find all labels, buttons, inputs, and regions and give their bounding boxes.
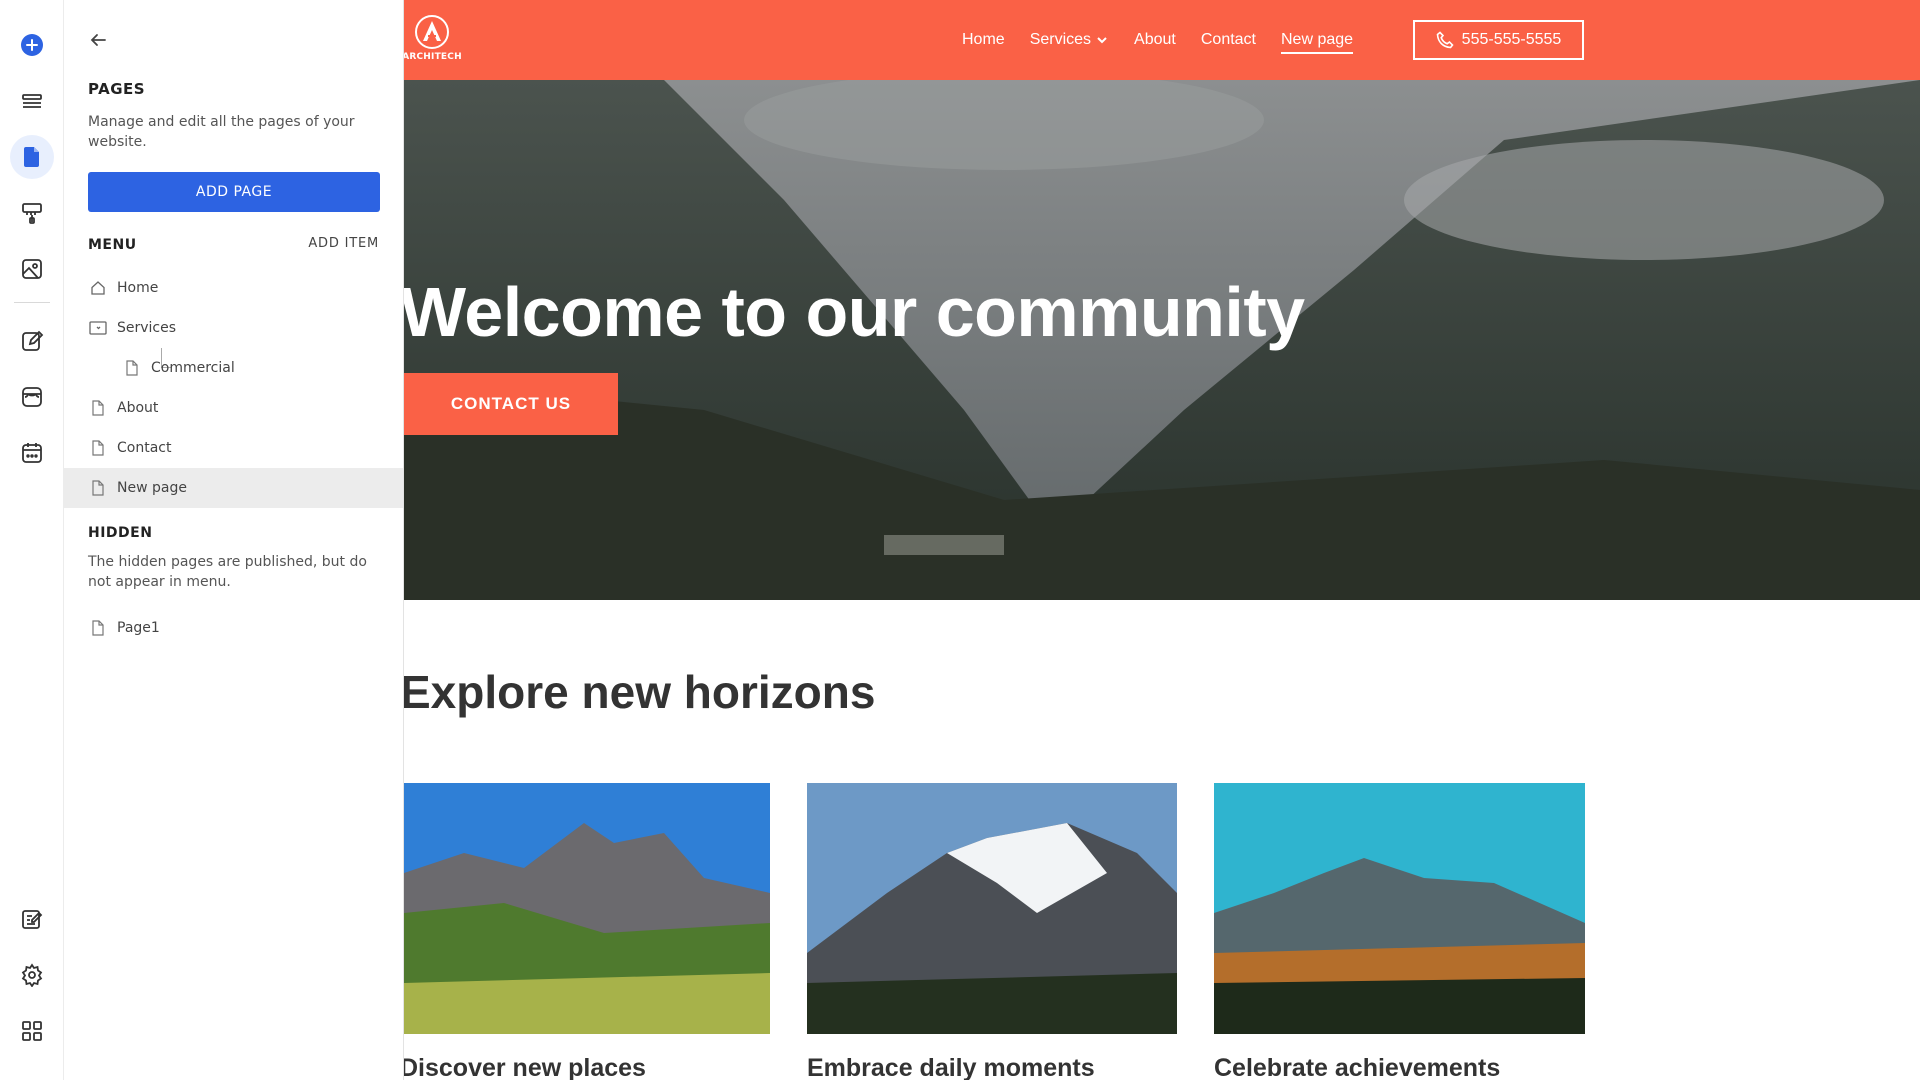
- add-icon[interactable]: [10, 23, 54, 67]
- menu-item-label: About: [117, 400, 159, 416]
- nav-new-page[interactable]: New page: [1281, 28, 1354, 54]
- folder-icon: [89, 319, 107, 337]
- panel-description: Manage and edit all the pages of your we…: [88, 114, 355, 150]
- menu-item-label: Page1: [117, 620, 160, 636]
- dashboard-icon[interactable]: [10, 1009, 54, 1053]
- hidden-description: The hidden pages are published, but do n…: [88, 554, 367, 590]
- layers-icon[interactable]: [10, 79, 54, 123]
- rail-divider: [14, 302, 50, 303]
- paint-roller-icon[interactable]: [10, 191, 54, 235]
- hidden-item-page1[interactable]: Page1: [64, 608, 403, 648]
- page-icon: [89, 479, 107, 497]
- hero-title: Welcome to our community: [404, 273, 1305, 351]
- calendar-icon[interactable]: [10, 431, 54, 475]
- card-image-3[interactable]: [1214, 783, 1585, 1034]
- menu-item-commercial[interactable]: Commercial: [64, 348, 403, 388]
- nav-contact[interactable]: Contact: [1201, 28, 1256, 52]
- section-title: Explore new horizons: [404, 666, 876, 718]
- card-title-3[interactable]: Celebrate achievements: [1214, 1054, 1500, 1080]
- logo-icon: [415, 15, 449, 49]
- menu-item-label: Services: [117, 320, 177, 336]
- menu-item-label: New page: [117, 480, 187, 496]
- add-item-button[interactable]: ADD ITEM: [308, 236, 379, 251]
- menu-item-label: Commercial: [151, 360, 235, 376]
- page-icon: [89, 399, 107, 417]
- edit-icon[interactable]: [10, 319, 54, 363]
- store-icon[interactable]: [10, 375, 54, 419]
- card-title-1[interactable]: Discover new places: [404, 1054, 646, 1080]
- phone-number: 555-555-5555: [1461, 31, 1562, 48]
- icon-rail: [0, 0, 64, 1080]
- site-header: ARCHITECH Home Services About Contact Ne…: [404, 0, 1920, 80]
- nav-services[interactable]: Services: [1030, 28, 1109, 52]
- menu-item-home[interactable]: Home: [64, 268, 403, 308]
- card-title-2[interactable]: Embrace daily moments: [807, 1054, 1095, 1080]
- blog-edit-icon[interactable]: [10, 897, 54, 941]
- nav-about[interactable]: About: [1134, 28, 1176, 52]
- logo-text: ARCHITECH: [404, 52, 462, 62]
- back-arrow-icon[interactable]: [86, 28, 110, 52]
- add-page-button[interactable]: ADD PAGE: [88, 172, 380, 212]
- menu-item-label: Contact: [117, 440, 172, 456]
- menu-heading: MENU: [88, 237, 137, 253]
- panel-title: PAGES: [88, 80, 146, 98]
- menu-item-new-page[interactable]: New page: [64, 468, 403, 508]
- website-preview: ARCHITECH Home Services About Contact Ne…: [404, 0, 1920, 1080]
- menu-item-about[interactable]: About: [64, 388, 403, 428]
- nav-services-label: Services: [1029, 31, 1092, 48]
- page-icon: [123, 359, 141, 377]
- page-icon: [89, 439, 107, 457]
- image-icon[interactable]: [10, 247, 54, 291]
- nav-home[interactable]: Home: [962, 28, 1005, 52]
- pages-icon[interactable]: [10, 135, 54, 179]
- phone-icon: [1436, 31, 1454, 49]
- site-nav: Home Services About Contact New page: [962, 28, 1378, 54]
- card-image-1[interactable]: [404, 783, 770, 1034]
- contact-us-button[interactable]: CONTACT US: [404, 373, 618, 435]
- pages-panel: PAGES Manage and edit all the pages of y…: [64, 0, 404, 1080]
- menu-item-services[interactable]: Services: [64, 308, 403, 348]
- chevron-down-icon: [1097, 37, 1107, 44]
- home-icon: [89, 279, 107, 297]
- hero-section: Welcome to our community CONTACT US: [404, 80, 1920, 600]
- menu-item-label: Home: [117, 280, 159, 296]
- phone-button[interactable]: 555-555-5555: [1413, 20, 1584, 60]
- card-image-2[interactable]: [807, 783, 1177, 1034]
- page-icon: [89, 619, 107, 637]
- site-logo[interactable]: ARCHITECH: [404, 14, 462, 66]
- menu-item-contact[interactable]: Contact: [64, 428, 403, 468]
- hidden-heading: HIDDEN: [88, 525, 153, 541]
- settings-icon[interactable]: [10, 953, 54, 997]
